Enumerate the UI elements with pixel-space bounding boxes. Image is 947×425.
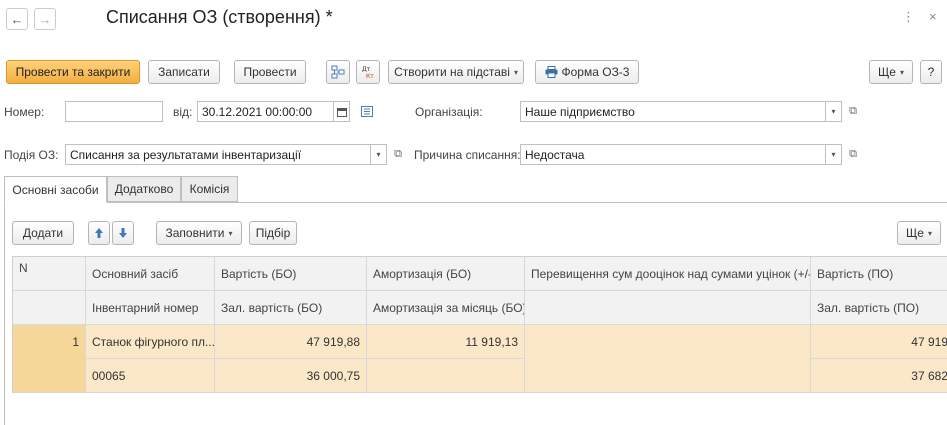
calendar-icon [336,107,347,117]
arrow-up-icon [95,228,103,238]
back-button[interactable]: ← [6,8,28,30]
caret-down-icon: ▾ [513,67,518,77]
tab-fixed-assets[interactable]: Основні засоби [4,176,107,203]
add-row-button[interactable]: Додати [12,221,74,245]
pick-button[interactable]: Підбір [249,221,297,245]
organization-label: Організація: [415,105,483,119]
cell-revaluation[interactable] [525,325,811,393]
arrow-left-icon: ← [10,11,24,27]
event-open-icon[interactable]: ⧉ [390,144,406,165]
caret-down-icon: ▾ [831,107,836,116]
number-input[interactable] [65,101,163,122]
arrow-right-icon: → [38,11,52,27]
arrow-down-icon [119,228,127,238]
calendar-button[interactable] [334,101,350,122]
print-form-button[interactable]: Форма ОЗ-3 [535,60,639,84]
header-amort-month-bo[interactable]: Амортизація за місяць (БО) [367,291,525,325]
help-button[interactable]: ? [920,60,942,84]
caret-down-icon: ▾ [376,150,381,159]
printer-icon [545,66,557,78]
cell-cost-bo[interactable]: 47 919,88 [215,325,367,359]
cell-residual-po[interactable]: 37 682 [811,359,947,393]
cell-residual-bo[interactable]: 36 000,75 [215,359,367,393]
organization-open-icon[interactable]: ⧉ [845,101,861,122]
fill-button[interactable]: Заповнити ▾ [156,221,242,245]
cell-cost-po[interactable]: 47 919 [811,325,947,359]
svg-text:Дт: Дт [362,66,371,73]
create-based-on-button[interactable]: Створити на підставі ▾ [388,60,524,84]
cell-asset[interactable]: Станок фігурного пл... [86,325,215,359]
reason-dropdown-button[interactable]: ▾ [826,144,842,165]
page-title: Списання ОЗ (створення) * [106,7,333,27]
list-icon [361,106,373,117]
event-dropdown-button[interactable]: ▾ [371,144,387,165]
header-revaluation-2 [525,291,811,325]
tab-additional[interactable]: Додатково [107,176,181,202]
forward-button[interactable]: → [34,8,56,30]
caret-down-icon: ▾ [899,67,904,77]
header-residual-bo[interactable]: Зал. вартість (БО) [215,291,367,325]
event-input[interactable]: Списання за результатами інвентаризації [65,144,371,165]
date-label: від: [173,105,193,119]
header-inv-number[interactable]: Інвентарний номер [86,291,215,325]
header-residual-po[interactable]: Зал. вартість (ПО) [811,291,947,325]
header-amort-bo[interactable]: Амортизація (БО) [367,257,525,291]
more-button[interactable]: Ще ▾ [869,60,913,84]
postings-button[interactable]: Дт Кт [356,60,380,84]
document-list-button[interactable] [359,101,375,122]
post-and-close-button[interactable]: Провести та закрити [6,60,140,84]
header-cost-po[interactable]: Вартість (ПО) [811,257,947,291]
tab-commission[interactable]: Комісія [181,176,238,202]
organization-input[interactable]: Наше підприємство [520,101,826,122]
cell-amort-month-bo[interactable] [367,359,525,393]
svg-text:Кт: Кт [366,73,374,79]
more-actions-icon[interactable]: ⋮ [902,9,915,25]
date-input[interactable]: 30.12.2021 00:00:00 [197,101,334,122]
table-more-button[interactable]: Ще ▾ [897,221,941,245]
header-n-2 [13,291,86,325]
structure-icon [331,65,345,79]
move-down-button[interactable] [112,221,134,245]
number-label: Номер: [4,105,45,119]
caret-down-icon: ▾ [927,228,932,238]
debit-credit-icon: ДтКт [362,66,374,79]
assets-table: N Основний засіб Вартість (БО) Амортизац… [12,256,947,393]
header-cost-bo[interactable]: Вартість (БО) [215,257,367,291]
caret-down-icon: ▾ [831,150,836,159]
header-asset[interactable]: Основний засіб [86,257,215,291]
reason-input[interactable]: Недостача [520,144,826,165]
structure-button[interactable] [326,60,350,84]
close-icon[interactable]: × [929,9,937,24]
cell-inv-number[interactable]: 00065 [86,359,215,393]
cell-amort-bo[interactable]: 11 919,13 [367,325,525,359]
save-button[interactable]: Записати [148,60,220,84]
reason-open-icon[interactable]: ⧉ [845,144,861,165]
organization-dropdown-button[interactable]: ▾ [826,101,842,122]
caret-down-icon: ▾ [228,228,233,238]
header-n[interactable]: N [13,257,86,291]
cell-n[interactable]: 1 [13,325,86,393]
post-button[interactable]: Провести [234,60,306,84]
header-revaluation[interactable]: Перевищення сум дооцінок над сумами уцін… [525,257,811,291]
reason-label: Причина списання: [414,148,521,162]
event-label: Подія ОЗ: [4,148,59,162]
move-up-button[interactable] [88,221,110,245]
